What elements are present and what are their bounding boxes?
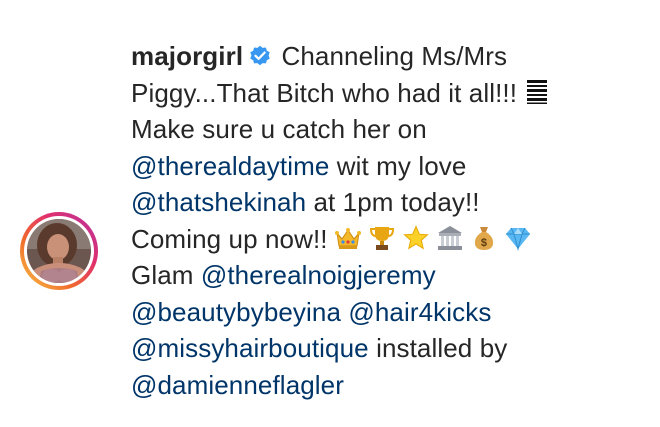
caption-line-6: Coming up now!! $ [131, 221, 646, 258]
caption-line-8: @beautybybeyina @hair4kicks [131, 294, 646, 331]
avatar-border [24, 216, 94, 286]
post-caption: majorgirl Channeling Ms/Mrs Piggy...That… [131, 38, 646, 403]
money-bag-emoji: $ [471, 225, 497, 251]
caption-text: installed by [368, 333, 508, 363]
caption-text: Channeling Ms/Mrs [274, 41, 508, 71]
caption-text: Piggy...That Bitch who had it all!!! [131, 77, 525, 108]
caption-text: Make sure u catch her on [131, 114, 427, 144]
mention-link[interactable]: @damienneflagler [131, 370, 344, 400]
caption-line-3: Make sure u catch her on [131, 111, 646, 148]
bank-emoji [437, 225, 463, 251]
caption-text: wit my love [329, 150, 467, 181]
crown-emoji [334, 225, 361, 251]
avatar[interactable] [27, 219, 91, 283]
diamond-emoji [505, 225, 531, 251]
mention-link[interactable]: @thatshekinah [131, 187, 306, 217]
caption-text: at 1pm today!! [306, 187, 480, 217]
caption-line-7: Glam @therealnoigjeremy [131, 257, 646, 294]
avatar-story-ring[interactable] [20, 212, 98, 290]
caption-line-4: @therealdaytime wit my love [131, 148, 646, 185]
username-link[interactable]: majorgirl [131, 41, 243, 71]
star-emoji [403, 224, 429, 251]
caption-text: Glam [131, 260, 201, 290]
caption-line-2: Piggy...That Bitch who had it all!!! [131, 75, 646, 112]
mention-link[interactable]: @missyhairboutique [131, 333, 369, 363]
barcode-emoji [524, 79, 550, 105]
svg-text:$: $ [481, 237, 487, 249]
mention-link[interactable]: @hair4kicks [348, 297, 491, 327]
mention-link[interactable]: @beautybybeyina [131, 297, 341, 327]
trophy-emoji [369, 225, 395, 251]
caption-line-5: @thatshekinah at 1pm today!! [131, 184, 646, 221]
caption-line-1: majorgirl Channeling Ms/Mrs [131, 38, 646, 75]
caption-text: Coming up now!! [131, 223, 335, 254]
caption-line-10: @damienneflagler [131, 367, 646, 404]
mention-link[interactable]: @therealdaytime [131, 151, 329, 181]
verified-badge-icon [249, 40, 271, 66]
mention-link[interactable]: @therealnoigjeremy [201, 260, 436, 290]
caption-line-9: @missyhairboutique installed by [131, 330, 646, 367]
